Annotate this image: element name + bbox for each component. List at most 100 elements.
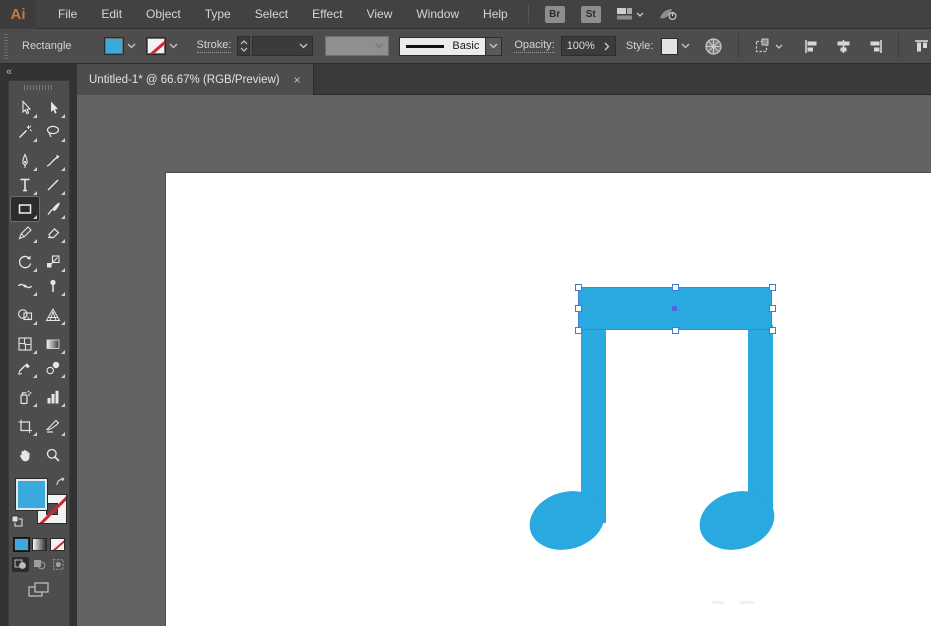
swap-fill-stroke-button[interactable] bbox=[54, 476, 67, 491]
puppet-warp-tool[interactable] bbox=[39, 274, 67, 298]
lasso-tool[interactable] bbox=[39, 120, 67, 144]
magic-wand-tool-icon bbox=[17, 124, 33, 140]
shape-builder-tool[interactable] bbox=[11, 303, 39, 327]
menu-type[interactable]: Type bbox=[193, 0, 243, 29]
brush-definition-field[interactable]: Basic bbox=[399, 37, 486, 56]
align-left-button[interactable] bbox=[804, 39, 821, 54]
align-right-button[interactable] bbox=[866, 39, 883, 54]
menu-edit[interactable]: Edit bbox=[89, 0, 134, 29]
perspective-grid-tool[interactable] bbox=[39, 303, 67, 327]
selection-handle-top-center[interactable] bbox=[672, 284, 679, 291]
line-segment-tool[interactable] bbox=[39, 173, 67, 197]
screen-mode-button[interactable] bbox=[9, 582, 69, 598]
brush-definition-control[interactable]: Basic bbox=[389, 37, 502, 56]
artboard-tool[interactable] bbox=[11, 414, 39, 438]
style-swatch[interactable] bbox=[661, 38, 678, 55]
paintbrush-tool[interactable] bbox=[39, 197, 67, 221]
slice-tool-icon bbox=[45, 418, 61, 434]
menu-view[interactable]: View bbox=[355, 0, 405, 29]
hand-tool[interactable] bbox=[11, 443, 39, 467]
eraser-tool[interactable] bbox=[39, 221, 67, 245]
stroke-weight-stepper[interactable] bbox=[237, 36, 249, 56]
selection-center-point[interactable] bbox=[672, 306, 677, 311]
style-control[interactable] bbox=[661, 38, 690, 55]
draw-inside-button[interactable] bbox=[50, 557, 67, 572]
stock-button[interactable]: St bbox=[581, 6, 601, 23]
fill-color-swatch[interactable] bbox=[104, 37, 124, 55]
align-top-button[interactable] bbox=[914, 39, 931, 54]
menu-effect[interactable]: Effect bbox=[300, 0, 354, 29]
direct-selection-tool[interactable] bbox=[39, 96, 67, 120]
chevron-down-icon[interactable] bbox=[299, 43, 308, 49]
width-tool[interactable] bbox=[11, 274, 39, 298]
tab-close-button[interactable]: × bbox=[294, 73, 301, 87]
controlbar-grip[interactable] bbox=[4, 33, 8, 59]
magic-wand-tool[interactable] bbox=[11, 120, 39, 144]
brush-definition-dropdown[interactable] bbox=[486, 37, 502, 56]
none-mode-button[interactable] bbox=[50, 538, 65, 551]
mesh-tool[interactable] bbox=[11, 332, 39, 356]
menu-help[interactable]: Help bbox=[471, 0, 520, 29]
menu-object[interactable]: Object bbox=[134, 0, 193, 29]
selection-handle-bottom-left[interactable] bbox=[575, 327, 582, 334]
stroke-weight-dropdown[interactable] bbox=[252, 36, 313, 56]
blend-tool-icon bbox=[45, 360, 61, 376]
selection-handle-top-left[interactable] bbox=[575, 284, 582, 291]
scale-tool[interactable] bbox=[39, 250, 67, 274]
selection-handle-top-right[interactable] bbox=[769, 284, 776, 291]
drawing-modes-row bbox=[9, 557, 69, 572]
document-tab[interactable]: Untitled-1* @ 66.67% (RGB/Preview) × bbox=[77, 64, 314, 95]
menu-window[interactable]: Window bbox=[404, 0, 471, 29]
chevron-down-icon[interactable] bbox=[169, 43, 178, 49]
workspace-switcher[interactable] bbox=[616, 7, 644, 21]
chevron-down-icon[interactable] bbox=[681, 43, 690, 49]
shaper-tool[interactable] bbox=[11, 221, 39, 245]
rectangle-tool[interactable] bbox=[11, 197, 39, 221]
fill-color-control[interactable] bbox=[104, 37, 136, 55]
symbol-sprayer-tool[interactable] bbox=[11, 385, 39, 409]
collapse-panel-button[interactable]: « bbox=[0, 64, 77, 80]
bridge-button[interactable]: Br bbox=[545, 6, 565, 23]
tool-group-color bbox=[11, 332, 67, 380]
zoom-tool[interactable] bbox=[39, 443, 67, 467]
curvature-tool[interactable] bbox=[39, 149, 67, 173]
menu-file[interactable]: File bbox=[46, 0, 89, 29]
selection-handle-bottom-right[interactable] bbox=[769, 327, 776, 334]
selection-handle-middle-right[interactable] bbox=[769, 305, 776, 312]
align-center-button[interactable] bbox=[835, 39, 852, 54]
chevron-down-icon[interactable] bbox=[127, 43, 136, 49]
stroke-color-swatch[interactable] bbox=[146, 37, 166, 55]
selection-handle-middle-left[interactable] bbox=[575, 305, 582, 312]
opacity-field[interactable]: 100% bbox=[561, 36, 616, 56]
color-mode-button[interactable] bbox=[14, 538, 29, 551]
gradient-tool[interactable] bbox=[39, 332, 67, 356]
type-tool[interactable] bbox=[11, 173, 39, 197]
perspective-grid-tool-icon bbox=[45, 307, 61, 323]
draw-behind-button[interactable] bbox=[31, 557, 48, 572]
pen-tool[interactable] bbox=[11, 149, 39, 173]
draw-normal-button[interactable] bbox=[12, 557, 29, 572]
eyedropper-tool[interactable] bbox=[11, 356, 39, 380]
gpu-performance-button[interactable] bbox=[658, 6, 678, 22]
recolor-artwork-button[interactable] bbox=[704, 37, 723, 56]
rotate-tool[interactable] bbox=[11, 250, 39, 274]
stroke-panel-link[interactable]: Stroke: bbox=[197, 39, 232, 53]
panel-grip[interactable] bbox=[24, 85, 54, 90]
column-graph-tool[interactable] bbox=[39, 385, 67, 409]
align-top-icon bbox=[914, 39, 931, 54]
selection-handle-bottom-center[interactable] bbox=[672, 327, 679, 334]
default-fill-stroke-button[interactable] bbox=[11, 515, 23, 530]
stroke-color-control[interactable] bbox=[146, 37, 178, 55]
chevron-right-icon[interactable] bbox=[604, 42, 610, 51]
stepper-down-icon[interactable] bbox=[240, 47, 248, 52]
selection-tool[interactable] bbox=[11, 96, 39, 120]
gradient-mode-button[interactable] bbox=[32, 538, 47, 551]
opacity-panel-link[interactable]: Opacity: bbox=[514, 39, 554, 53]
blend-tool[interactable] bbox=[39, 356, 67, 380]
fill-color-indicator[interactable] bbox=[15, 478, 48, 511]
slice-tool[interactable] bbox=[39, 414, 67, 438]
menu-select[interactable]: Select bbox=[243, 0, 300, 29]
shape-properties-button[interactable] bbox=[754, 37, 783, 55]
chevron-down-icon[interactable] bbox=[489, 43, 498, 49]
stepper-up-icon[interactable] bbox=[240, 40, 248, 45]
